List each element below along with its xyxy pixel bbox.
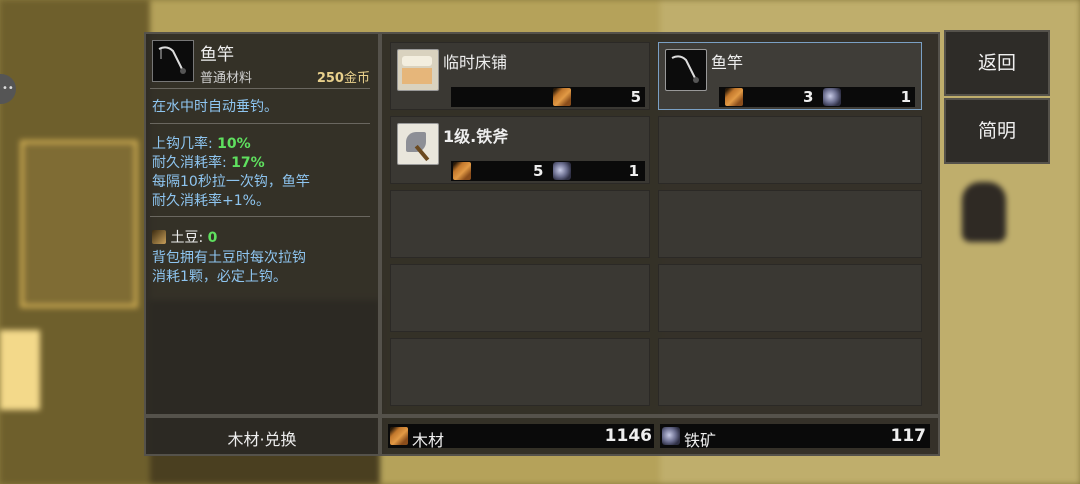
recipe-slot-empty[interactable] <box>658 190 922 258</box>
item-thumbnail <box>152 40 194 82</box>
fishing-rod-icon <box>665 49 707 91</box>
wood-icon <box>553 88 571 106</box>
iron-ore-icon <box>553 162 571 180</box>
recipe-name: 鱼竿 <box>711 53 744 72</box>
recipe-name: 临时床铺 <box>443 53 508 72</box>
recipe-slot-bed[interactable]: 临时床铺 5 <box>390 42 650 110</box>
bite-chance: 上钩几率: 10% <box>152 136 251 152</box>
wood-icon <box>390 427 408 445</box>
wood-label: 木材 <box>412 431 445 450</box>
stats-note-line1: 每隔10秒拉一次钩，鱼竿 <box>152 174 310 190</box>
recipe-slot-empty[interactable] <box>658 116 922 184</box>
recipe-cost-iron: 1 <box>900 88 911 106</box>
recipe-name: 1级.铁斧 <box>443 127 509 146</box>
item-price: 250金币 <box>316 71 370 86</box>
player-character <box>962 182 1006 242</box>
iron-ore-icon <box>662 427 680 445</box>
bed-icon <box>397 49 439 91</box>
iron-ore-icon <box>823 88 841 106</box>
recipe-cost-wood: 3 <box>803 88 814 106</box>
recipe-slot-empty[interactable] <box>390 338 650 406</box>
recipe-cost-wood: 5 <box>630 88 641 106</box>
fishing-rod-icon <box>158 46 186 74</box>
resource-bar: 木材 1146 铁矿 117 <box>380 416 940 456</box>
iron-label: 铁矿 <box>684 431 717 450</box>
wood-icon <box>725 88 743 106</box>
bait-note-line1: 背包拥有土豆时每次拉钩 <box>152 250 306 266</box>
recipe-slot-empty[interactable] <box>658 264 922 332</box>
wood-icon <box>453 162 471 180</box>
recipe-grid: 临时床铺 5 鱼竿 3 1 1级.铁斧 5 1 <box>380 32 940 416</box>
recipe-slot-fishing-rod[interactable]: 鱼竿 3 1 <box>658 42 922 110</box>
item-detail-panel: 鱼竿 普通材料 250金币 在水中时自动垂钓。 上钩几率: 10% 耐久消耗率:… <box>144 32 380 416</box>
iron-count: 117 <box>890 426 927 446</box>
recipe-cost-iron: 1 <box>628 162 639 180</box>
wood-count: 1146 <box>604 426 652 446</box>
item-description: 在水中时自动垂钓。 <box>152 99 278 115</box>
recipe-slot-empty[interactable] <box>390 190 650 258</box>
exchange-label: 木材·兑换 <box>227 430 297 449</box>
recipe-slot-empty[interactable] <box>658 338 922 406</box>
durability-wear: 耐久消耗率: 17% <box>152 155 265 171</box>
recipe-cost-wood: 5 <box>533 162 544 180</box>
item-name: 鱼竿 <box>200 45 234 65</box>
item-category: 普通材料 <box>200 71 253 86</box>
iron-axe-icon <box>397 123 439 165</box>
bait-count: 土豆: 0 <box>152 227 217 247</box>
recipe-slot-empty[interactable] <box>390 264 650 332</box>
exchange-button[interactable]: 木材·兑换 <box>144 416 380 456</box>
stats-note-line2: 耐久消耗率+1%。 <box>152 193 270 209</box>
potato-icon <box>152 230 166 244</box>
info-button[interactable]: 简明 <box>944 98 1050 164</box>
bait-note-line2: 消耗1颗，必定上钩。 <box>152 269 287 285</box>
back-button[interactable]: 返回 <box>944 30 1050 96</box>
recipe-slot-iron-axe[interactable]: 1级.铁斧 5 1 <box>390 116 650 184</box>
